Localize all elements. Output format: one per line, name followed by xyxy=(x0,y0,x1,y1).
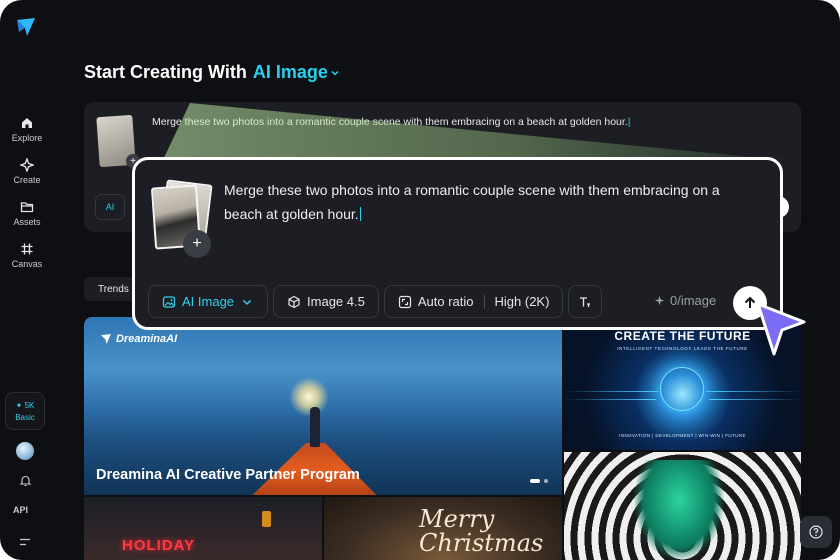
sidebar-nav: Explore Create Assets Canvas xyxy=(0,108,54,276)
dreamina-logo-icon[interactable] xyxy=(15,16,37,38)
mode-select-label: AI Image xyxy=(182,294,235,309)
holiday-sign: HOLIDAY xyxy=(122,537,196,554)
help-button[interactable] xyxy=(800,516,832,548)
home-icon xyxy=(22,117,32,128)
credit-cost-label: 0/image xyxy=(670,293,717,308)
sidebar-item-label: Canvas xyxy=(11,258,43,269)
image-icon xyxy=(162,295,176,308)
chevron-down-icon xyxy=(243,299,252,305)
sparkle-icon xyxy=(654,295,665,306)
banner-figure xyxy=(310,407,320,447)
banner-light-glow xyxy=(289,377,329,417)
app-window: Explore Create Assets Canvas ✦ 5K Basic … xyxy=(0,0,840,560)
sidebar-item-create[interactable]: Create xyxy=(0,150,54,192)
light-streak xyxy=(564,391,659,392)
sidebar-item-label: Explore xyxy=(11,132,43,143)
menu-icon[interactable] xyxy=(19,538,31,546)
dreamina-logo-icon xyxy=(101,334,111,344)
prompt-toolbar: AI Image Image 4.5 Auto ratio High (2K) xyxy=(148,285,603,318)
globe-orb xyxy=(660,367,704,411)
sidebar-item-label: Create xyxy=(13,174,41,185)
model-select-button[interactable]: Image 4.5 xyxy=(273,285,379,318)
bell-icon[interactable] xyxy=(19,474,32,487)
plan-label: Basic xyxy=(15,412,35,422)
model-select-label: Image 4.5 xyxy=(307,294,365,309)
prompt-input[interactable]: Merge these two photos into a romantic c… xyxy=(224,178,754,226)
ratio-label: Auto ratio xyxy=(417,294,474,309)
ratio-quality-button[interactable]: Auto ratio High (2K) xyxy=(383,285,564,318)
carousel-dots[interactable] xyxy=(530,479,548,483)
chevron-down-icon xyxy=(331,70,339,76)
hash-icon xyxy=(21,243,33,254)
api-link[interactable]: API xyxy=(13,505,28,515)
prompt-panel: + Merge these two photos into a romantic… xyxy=(132,157,783,330)
carousel-dot-active[interactable] xyxy=(530,479,540,483)
sparkle-icon xyxy=(20,157,34,172)
christmas-script: Merry Christmas xyxy=(419,505,544,557)
gallery-tile-christmas[interactable]: Merry Christmas xyxy=(324,497,562,560)
plus-icon: + xyxy=(192,235,202,252)
cube-icon xyxy=(288,295,300,308)
gallery-tile-holiday[interactable]: HOLIDAY xyxy=(84,497,322,560)
text-format-icon xyxy=(580,296,591,307)
quality-label: High (2K) xyxy=(494,294,550,309)
tab-trends[interactable]: Trends xyxy=(84,277,136,301)
avatar[interactable] xyxy=(16,442,34,460)
add-reference-button[interactable]: + xyxy=(183,230,211,258)
light-streak xyxy=(706,391,801,392)
banner-title: Dreamina AI Creative Partner Program xyxy=(96,467,360,483)
carousel-dot[interactable] xyxy=(544,479,548,483)
tile-footer: INNOVATION | DEVELOPMENT | WIN-WIN | FUT… xyxy=(619,433,746,438)
credits-badge[interactable]: ✦ 5K Basic xyxy=(5,392,45,430)
aspect-ratio-icon xyxy=(398,295,411,308)
credit-cost: 0/image xyxy=(654,293,716,308)
featured-banner[interactable]: DreaminaAI Dreamina AI Creative Partner … xyxy=(84,317,562,495)
banner-brand: DreaminaAI xyxy=(100,333,177,345)
light-streak xyxy=(709,399,801,400)
sidebar-item-label: Assets xyxy=(13,216,41,227)
sidebar: Explore Create Assets Canvas ✦ 5K Basic … xyxy=(0,0,54,560)
mode-dropdown[interactable]: AI Image xyxy=(253,62,340,83)
gallery-tile-dragon[interactable] xyxy=(564,452,801,560)
sidebar-item-assets[interactable]: Assets xyxy=(0,192,54,234)
page-title: Start Creating With AI Image xyxy=(84,62,340,83)
help-icon xyxy=(809,525,823,539)
traffic-light xyxy=(262,511,271,527)
divider xyxy=(483,294,485,309)
prompt-text-preview[interactable]: Merge these two photos into a romantic c… xyxy=(152,116,630,128)
credits-amount: ✦ 5K xyxy=(15,400,35,410)
dragon-image xyxy=(634,460,724,560)
mode-select-button[interactable]: AI Image xyxy=(148,285,269,318)
light-streak xyxy=(564,399,656,400)
text-caret xyxy=(359,207,362,221)
mode-button-preview[interactable]: AI xyxy=(95,194,125,220)
pointer-cursor-icon xyxy=(756,302,806,356)
folder-icon xyxy=(20,201,34,212)
text-style-button[interactable] xyxy=(568,285,603,318)
page-title-prefix: Start Creating With xyxy=(84,62,247,82)
sidebar-item-explore[interactable]: Explore xyxy=(0,108,54,150)
sidebar-item-canvas[interactable]: Canvas xyxy=(0,234,54,276)
mode-dropdown-label: AI Image xyxy=(252,62,328,82)
